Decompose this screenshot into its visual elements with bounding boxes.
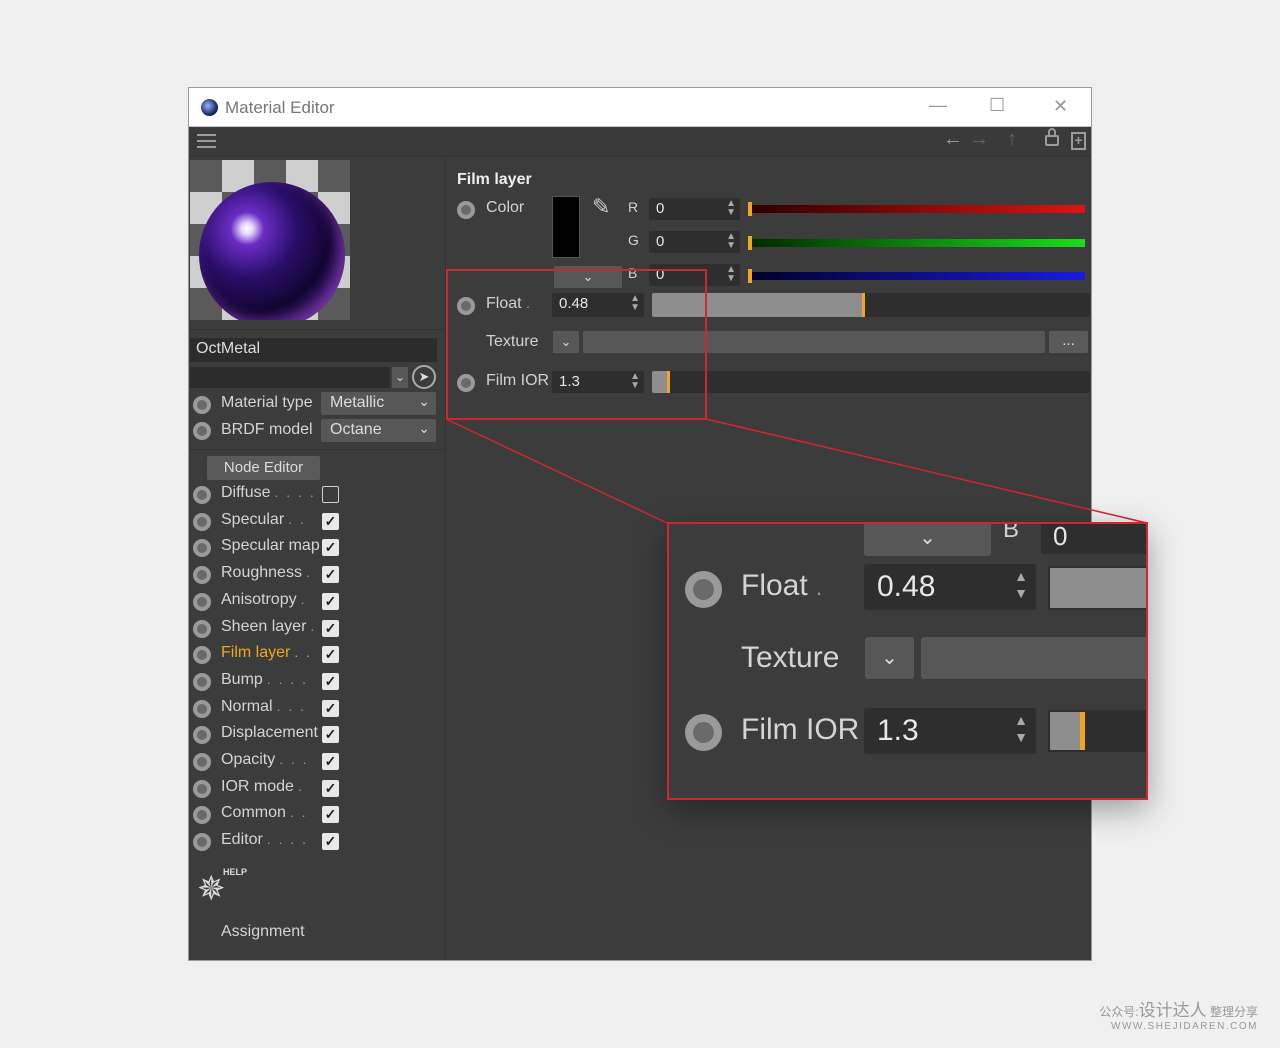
zoom-callout: ⌄ B 0 Float . 0.48 ▲ ▼ Texture ⌄ Film IOR…	[667, 522, 1148, 800]
zoom-b-label: B	[1003, 522, 1020, 543]
watermark: 公众号:设计达人 整理分享 WWW.SHEJIDAREN.COM	[1099, 1001, 1258, 1032]
zoom-texture-label: Texture	[741, 641, 840, 674]
zoom-film-ior-input: 1.3 ▲ ▼	[864, 708, 1036, 754]
zoom-film-ior-radio	[685, 714, 722, 751]
zoom-texture-dropdown: ⌄	[865, 637, 914, 679]
zoom-float-input: 0.48 ▲ ▼	[864, 564, 1036, 610]
zoom-film-ior-slider	[1048, 710, 1146, 752]
zoom-float-radio	[685, 571, 722, 608]
zoom-texture-slot	[921, 637, 1146, 679]
zoom-film-ior-label: Film IOR	[741, 713, 860, 746]
zoom-float-slider	[1048, 566, 1146, 610]
zoom-float-label: Float .	[741, 569, 823, 602]
zoom-color-mode-dropdown: ⌄	[864, 524, 991, 556]
zoom-b-input: 0	[1041, 524, 1146, 554]
